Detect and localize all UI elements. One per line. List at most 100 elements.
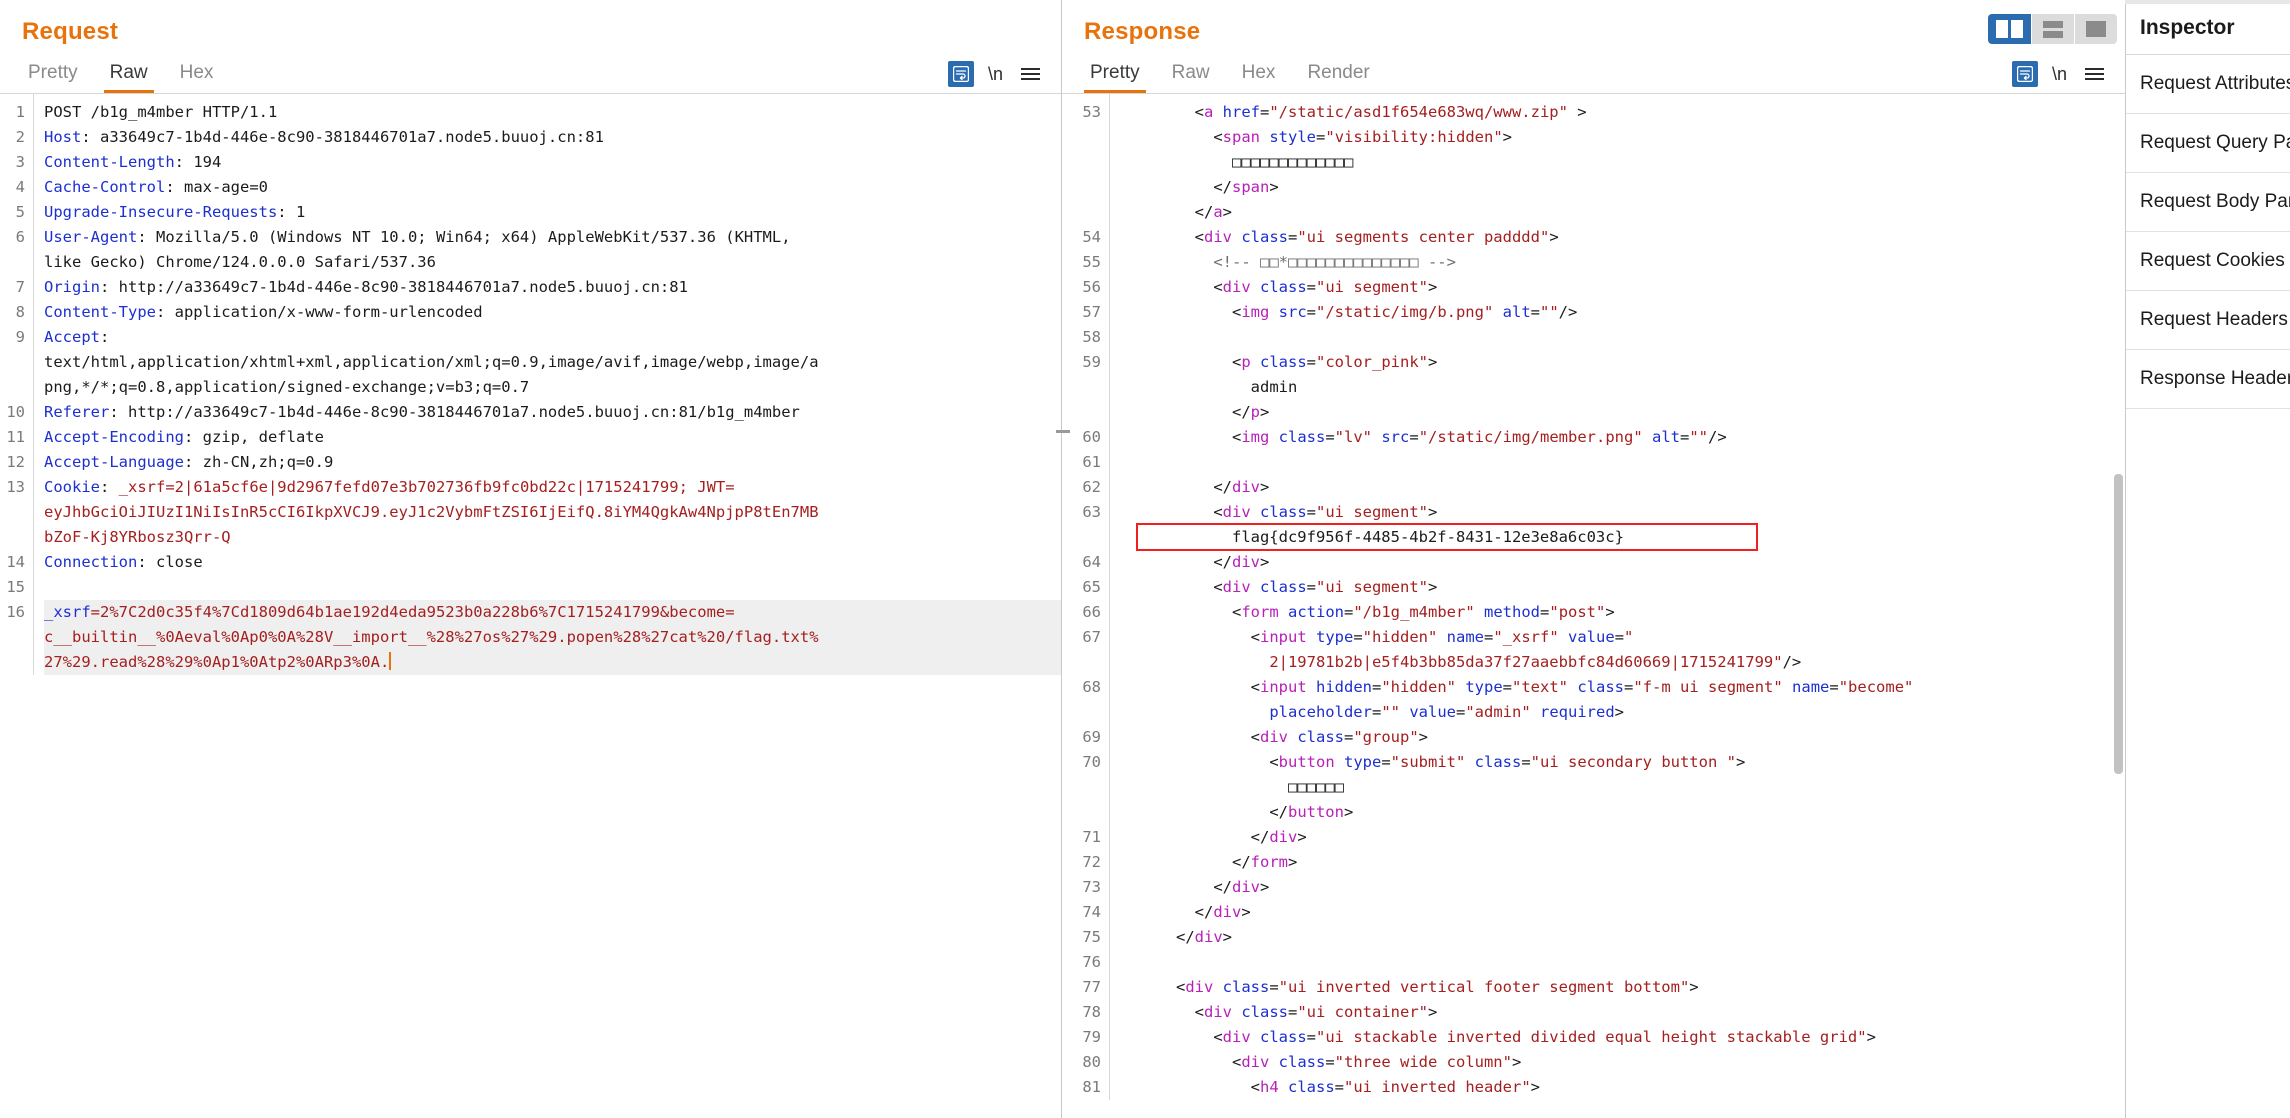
panel-splitter-handle[interactable] [1056, 430, 1070, 433]
response-code: 53 54 55 56 57 58 59 60 61 62 63 64 65 66 67 68 69 70 71 72… [1062, 94, 2125, 1100]
newline-toggle[interactable]: \n [988, 64, 1003, 85]
response-code-lines: <a href="/static/asd1f654e683wq/www.zip"… [1110, 94, 2125, 1100]
code-line: <div class="ui container"> [1194, 1003, 1438, 1021]
line-number: 63 [1082, 503, 1101, 521]
line-number [1068, 775, 1101, 800]
line-number [1068, 800, 1101, 825]
code-line: User-Agent: Mozilla/5.0 (Windows NT 10.0… [44, 228, 791, 246]
line-number: 16 [6, 603, 25, 621]
request-editor[interactable]: 1 2 3 4 5 6 7 8 9 10 11 12 13 14 15 16 POST /b1g_m4mber… [0, 94, 1061, 1118]
line-number: 5 [15, 203, 25, 221]
code-line: c__builtin__%0Aeval%0Ap0%0A%28V__import_… [44, 625, 1061, 650]
line-number: 78 [1082, 1003, 1101, 1021]
burp-repeater-window: Request Pretty Raw Hex \n 123456 7 8 9 1… [0, 0, 2290, 1118]
code-line: </a> [1194, 203, 1233, 221]
code-line: <div class="ui segment"> [1213, 578, 1438, 596]
request-code-lines: POST /b1g_m4mber HTTP/1.1 Host: a33649c7-… [34, 94, 1061, 675]
code-line: </div> [1176, 928, 1233, 946]
line-number: 9 [15, 328, 25, 346]
line-number [1068, 200, 1101, 225]
line-number: 70 [1082, 753, 1101, 771]
inspector-item-request-headers[interactable]: Request Headers [2126, 291, 2290, 350]
code-line: Referer: http://a33649c7-1b4d-446e-8c90-… [44, 403, 800, 421]
request-panel-title: Request [22, 18, 119, 45]
request-line-numbers: 1 2 3 4 5 6 7 8 9 10 11 12 13 14 15 16 [0, 94, 34, 675]
code-line: </div> [1213, 878, 1270, 896]
inspector-item-request-query-params[interactable]: Request Query Parameters [2126, 114, 2290, 173]
line-number [1068, 650, 1101, 675]
code-line: <img src="/static/img/b.png" alt=""/> [1231, 303, 1578, 321]
word-wrap-icon[interactable] [947, 61, 974, 87]
line-number: 13 [6, 478, 25, 496]
code-line: bZoF-Kj8YRbosz3Qrr-Q [44, 528, 231, 546]
inspector-title: Inspector [2126, 0, 2290, 55]
line-number: 14 [6, 553, 25, 571]
code-line: <div class="ui inverted vertical footer … [1176, 978, 1699, 996]
code-line: admin [1250, 378, 1298, 396]
line-number [1068, 700, 1101, 725]
text-caret [389, 652, 392, 670]
code-line: Cookie: _xsrf=2|61a5cf6e|9d2967fefd07e3b… [44, 478, 735, 496]
line-number: 75 [1082, 928, 1101, 946]
response-editor[interactable]: 53 54 55 56 57 58 59 60 61 62 63 64 65 66 67 68 69 70 71 72… [1062, 94, 2125, 1118]
line-number: 55 [1082, 253, 1101, 271]
line-number [6, 375, 25, 400]
newline-toggle[interactable]: \n [2052, 64, 2067, 85]
line-number: 53 [1082, 103, 1101, 121]
response-tabbar: Pretty Raw Hex Render \n [1062, 52, 2125, 94]
split-horizontal-layout-button[interactable] [2031, 14, 2074, 44]
code-line: 2|19781b2b|e5f4b3bb85da37f27aaebbfc84d60… [1269, 653, 1802, 671]
tab-request-raw[interactable]: Raw [94, 58, 164, 93]
split-vertical-layout-button[interactable] [1988, 14, 2031, 44]
inspector-item-request-body-params[interactable]: Request Body Parameters [2126, 173, 2290, 232]
layout-toggle-group [1988, 14, 2117, 44]
word-wrap-icon[interactable] [2011, 61, 2038, 87]
line-number [6, 500, 25, 525]
inspector-item-response-headers[interactable]: Response Headers [2126, 350, 2290, 409]
hamburger-menu-icon[interactable] [2081, 61, 2107, 87]
tab-response-hex[interactable]: Hex [1226, 58, 1292, 93]
tab-response-raw[interactable]: Raw [1156, 58, 1226, 93]
code-line: Accept-Language: zh-CN,zh;q=0.9 [44, 453, 334, 471]
code-line: <h4 class="ui inverted header"> [1250, 1078, 1540, 1096]
line-number [6, 625, 25, 650]
line-number: 80 [1082, 1053, 1101, 1071]
line-number: 81 [1082, 1078, 1101, 1096]
tab-request-pretty[interactable]: Pretty [12, 58, 94, 93]
inspector-item-request-attributes[interactable]: Request Attributes [2126, 55, 2290, 114]
code-line: png,*/*;q=0.8,application/signed-exchang… [44, 378, 530, 396]
code-line: </div> [1213, 553, 1270, 571]
code-line: flag{dc9f956f-4485-4b2f-8431-12e3e8a6c03… [1231, 528, 1624, 546]
code-line: 27%29.read%28%29%0Ap1%0Atp2%0ARp3%0A. [44, 650, 1061, 675]
single-pane-layout-button[interactable] [2074, 14, 2117, 44]
code-line: <button type="submit" class="ui secondar… [1269, 753, 1746, 771]
response-scrollbar[interactable] [2114, 474, 2123, 774]
line-number: 1 [15, 103, 25, 121]
request-tabbar: Pretty Raw Hex \n [0, 52, 1061, 94]
line-number: 7 [15, 278, 25, 296]
hamburger-menu-icon[interactable] [1017, 61, 1043, 87]
tab-response-render[interactable]: Render [1291, 58, 1385, 93]
code-line: <div class="ui segments center padddd"> [1194, 228, 1559, 246]
tab-request-hex[interactable]: Hex [164, 58, 230, 93]
line-number: 77 [1082, 978, 1101, 996]
code-line: <div class="ui segment"> [1213, 278, 1438, 296]
line-number: 66 [1082, 603, 1101, 621]
code-line: Accept: [44, 328, 110, 346]
code-line: <!-- □□*□□□□□□□□□□□□□□ --> [1213, 253, 1456, 271]
line-number: 73 [1082, 878, 1101, 896]
line-number [6, 525, 25, 550]
code-line: □□□□□□ [1287, 778, 1344, 796]
code-line: Content-Length: 194 [44, 153, 222, 171]
line-number [1068, 125, 1101, 150]
inspector-item-request-cookies[interactable]: Request Cookies [2126, 232, 2290, 291]
request-toolbar: \n [947, 61, 1061, 93]
tab-response-pretty[interactable]: Pretty [1074, 58, 1156, 93]
line-number: 2 [15, 128, 25, 146]
line-number [6, 250, 25, 275]
line-number [6, 650, 25, 675]
line-number: 79 [1082, 1028, 1101, 1046]
code-line: <div class="ui stackable inverted divide… [1213, 1028, 1876, 1046]
